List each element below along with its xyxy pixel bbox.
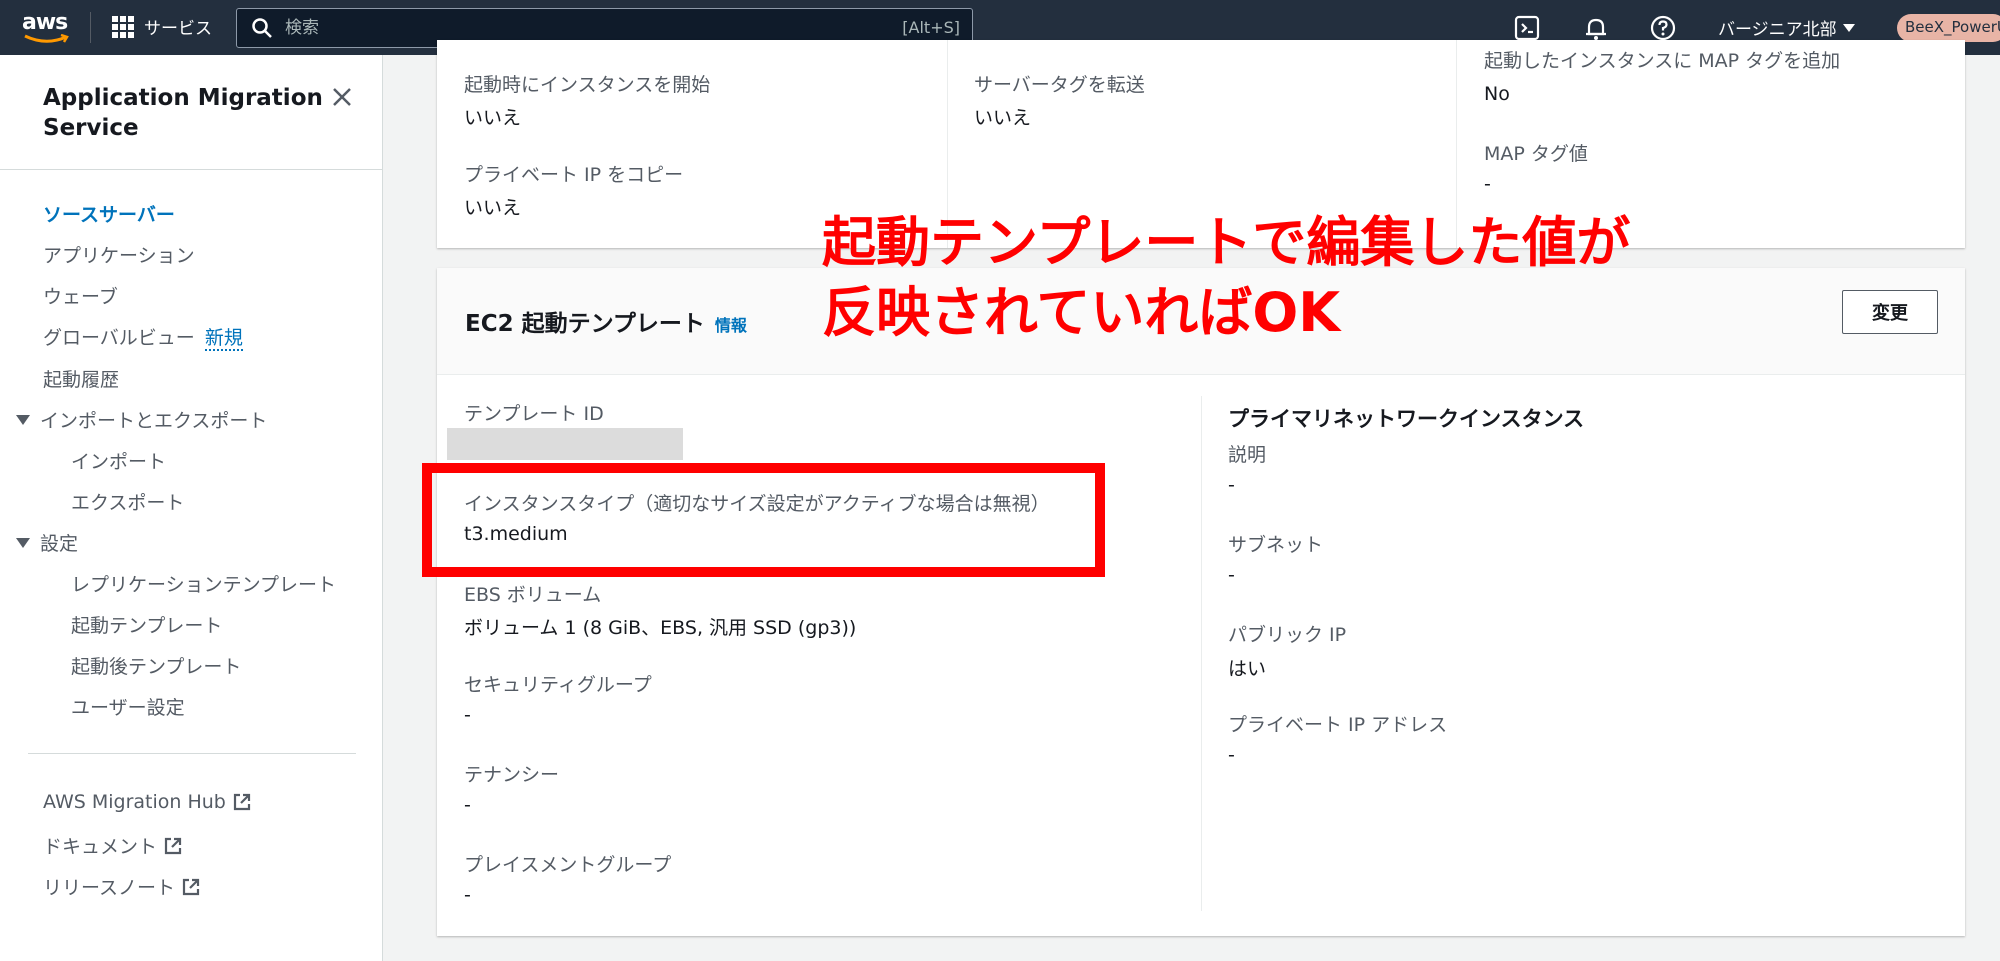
copy-private-ip-value: いいえ	[464, 197, 522, 219]
aws-logo[interactable]: aws	[22, 10, 72, 44]
migration-hub-label: AWS Migration Hub	[43, 791, 226, 813]
subnet-label: サブネット	[1228, 534, 1324, 556]
expand-triangle-icon	[16, 537, 30, 548]
transfer-tags-label: サーバータグを転送	[974, 74, 1145, 96]
region-label: バージニア北部	[1718, 20, 1837, 40]
import-export-label: インポートとエクスポート	[40, 410, 268, 432]
sidebar-group-import-export[interactable]: インポートとエクスポート	[16, 406, 267, 433]
private-ip-label: プライベート IP アドレス	[1228, 714, 1448, 736]
sidebar-item-replication-template[interactable]: レプリケーションテンプレート	[71, 570, 336, 597]
placement-group-label: プレイスメントグループ	[464, 854, 672, 876]
external-link-icon	[164, 837, 182, 854]
caret-down-icon	[1842, 23, 1855, 32]
sidebar-item-applications[interactable]: アプリケーション	[43, 241, 195, 268]
primary-network-title: プライマリネットワークインスタンス	[1228, 407, 1585, 431]
sidebar-item-user-settings[interactable]: ユーザー設定	[71, 693, 185, 720]
private-ip-value: -	[1228, 744, 1235, 766]
map-tag-value-label: MAP タグ値	[1484, 143, 1588, 165]
release-notes-label: リリースノート	[43, 877, 176, 899]
external-link-icon	[233, 793, 250, 811]
search-input[interactable]	[285, 18, 845, 38]
region-selector[interactable]: バージニア北部	[1718, 15, 1855, 40]
annotation-line-1: 起動テンプレートで編集した値が	[822, 211, 1631, 274]
sidebar-link-documentation[interactable]: ドキュメント	[43, 832, 183, 859]
sidebar-title: Application Migration Service	[43, 85, 323, 141]
tenancy-value: -	[464, 794, 471, 816]
sidebar-link-release-notes[interactable]: リリースノート	[43, 873, 201, 900]
column-divider	[1201, 396, 1202, 911]
notifications-bell-icon[interactable]	[1582, 14, 1610, 42]
security-group-label: セキュリティグループ	[464, 674, 652, 696]
expand-triangle-icon	[16, 414, 30, 425]
sidebar-item-export[interactable]: エクスポート	[71, 488, 184, 515]
change-button[interactable]: 変更	[1842, 290, 1938, 334]
sidebar-item-launch-history[interactable]: 起動履歴	[43, 365, 119, 392]
copy-private-ip-label: プライベート IP をコピー	[464, 164, 684, 186]
start-instance-label: 起動時にインスタンスを開始	[464, 74, 711, 96]
sidebar-item-launch-template[interactable]: 起動テンプレート	[71, 611, 222, 638]
search-shortcut-hint: [Alt+S]	[902, 18, 960, 37]
public-ip-label: パブリック IP	[1228, 624, 1347, 646]
search-icon	[252, 18, 272, 38]
ebs-volume-value: ボリューム 1 (8 GiB、EBS, 汎用 SSD (gp3))	[464, 617, 857, 639]
services-menu-button[interactable]: サービス	[112, 14, 212, 39]
map-tag-add-label: 起動したインスタンスに MAP タグを追加	[1484, 50, 1841, 72]
sidebar-item-waves[interactable]: ウェーブ	[43, 282, 118, 309]
highlight-box	[422, 463, 1105, 577]
start-instance-value: いいえ	[464, 107, 522, 129]
sidebar-group-settings[interactable]: 設定	[16, 529, 78, 556]
description-value: -	[1228, 474, 1235, 496]
services-grid-icon	[112, 15, 134, 38]
transfer-tags-value: いいえ	[974, 107, 1032, 129]
aws-logo-text: aws	[22, 10, 68, 35]
template-id-value-redacted	[447, 428, 683, 460]
ec2-title-text: EC2 起動テンプレート	[465, 311, 705, 337]
map-tag-value-value: -	[1484, 173, 1491, 195]
global-view-label: グローバルビュー	[43, 327, 195, 349]
documentation-label: ドキュメント	[43, 836, 158, 858]
map-tag-add-value: No	[1484, 83, 1510, 105]
services-label: サービス	[144, 19, 212, 39]
security-group-value: -	[464, 704, 471, 726]
account-menu[interactable]: BeeX_PowerU	[1897, 14, 2000, 42]
close-icon[interactable]	[330, 85, 354, 109]
sidebar-divider	[28, 753, 356, 754]
sidebar-item-post-launch-template[interactable]: 起動後テンプレート	[71, 652, 241, 679]
sidebar-divider	[0, 169, 383, 170]
tenancy-label: テナンシー	[464, 764, 560, 786]
help-icon[interactable]	[1649, 14, 1677, 42]
subnet-value: -	[1228, 564, 1235, 586]
sidebar-link-migration-hub[interactable]: AWS Migration Hub	[43, 791, 252, 813]
sidebar-item-import[interactable]: インポート	[71, 447, 166, 474]
template-id-label: テンプレート ID	[464, 403, 604, 425]
ec2-card-title: EC2 起動テンプレート 情報	[465, 304, 747, 338]
sidebar-item-source-servers[interactable]: ソースサーバー	[43, 200, 175, 227]
settings-label: 設定	[40, 533, 79, 555]
annotation-text: 起動テンプレートで編集した値が 反映されていればOK	[822, 208, 1630, 348]
placement-group-value: -	[464, 884, 471, 906]
description-label: 説明	[1228, 444, 1267, 466]
sidebar: Application Migration Service ソースサーバー アプ…	[0, 55, 383, 961]
aws-smile-icon	[24, 34, 69, 43]
new-badge: 新規	[204, 327, 243, 351]
nav-divider	[90, 12, 91, 43]
sidebar-item-global-view[interactable]: グローバルビュー 新規	[43, 323, 243, 351]
ebs-volume-label: EBS ボリューム	[464, 584, 602, 606]
annotation-line-2: 反映されていればOK	[822, 281, 1341, 344]
ec2-launch-template-card: EC2 起動テンプレート 情報 変更 テンプレート ID インスタンスタイプ（適切…	[437, 268, 1965, 936]
external-link-icon	[182, 878, 200, 895]
public-ip-value: はい	[1228, 658, 1267, 680]
cloudshell-icon[interactable]	[1513, 14, 1541, 42]
info-link[interactable]: 情報	[715, 316, 747, 335]
